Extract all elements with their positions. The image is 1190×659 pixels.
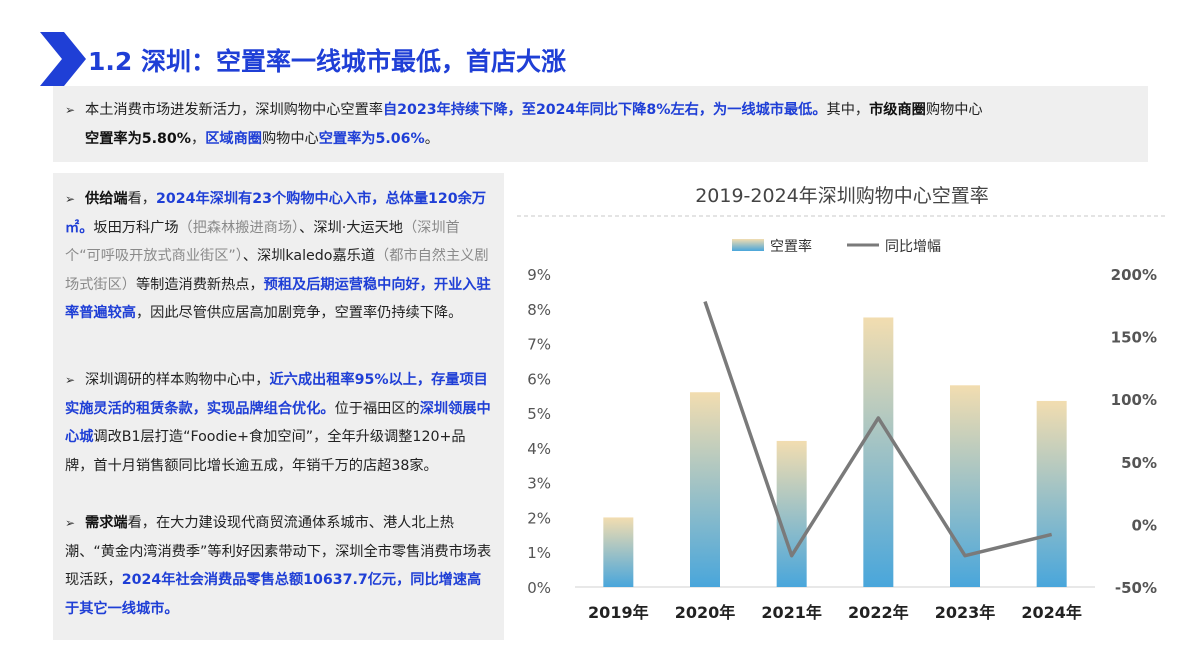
vacancy-chart: 2019-2024年深圳购物中心空置率 空置率 同比增幅 0% 1% 2% 3% 4% 5… xyxy=(517,173,1167,643)
left-text-panel: ➢ 供给端看，2024年深圳有23个购物中心入市，总体量120余万㎡。坂田万科广场… xyxy=(53,173,504,640)
y-left-tick-label: 1% xyxy=(527,544,551,562)
summary-text: ➢ 本土消费市场进发新活力，深圳购物中心空置率自2023年持续下降，至2024年同… xyxy=(65,96,1125,154)
y-left-tick-label: 3% xyxy=(527,475,551,493)
y-right-tick-label: 200% xyxy=(1111,266,1157,284)
x-tick-label: 2023年 xyxy=(935,603,996,622)
bar xyxy=(776,440,807,587)
x-tick-label: 2024年 xyxy=(1021,603,1082,622)
bar xyxy=(603,517,634,587)
legend-label-yoy: 同比增幅 xyxy=(885,239,941,255)
y-left-tick-label: 5% xyxy=(527,405,551,423)
y-left-tick-label: 7% xyxy=(527,336,551,354)
y-left-tick-label: 6% xyxy=(527,370,551,388)
y-right-tick-label: 0% xyxy=(1132,516,1157,534)
bar xyxy=(863,317,894,587)
y-left-tick-label: 4% xyxy=(527,440,551,458)
demand-paragraph: ➢ 需求端看，在大力建设现代商贸流通体系城市、港人北上热潮、“黄金内湾消费季”等利… xyxy=(65,509,493,623)
page-header: 1.2 深圳：空置率一线城市最低，首店大涨 xyxy=(38,32,1158,88)
bullet-arrow-icon: ➢ xyxy=(65,516,76,530)
y-left-tick-label: 8% xyxy=(527,301,551,319)
x-tick-label: 2019年 xyxy=(588,603,649,622)
bullet-arrow-icon: ➢ xyxy=(65,373,76,387)
y-left-tick-label: 2% xyxy=(527,509,551,527)
x-tick-label: 2021年 xyxy=(761,603,822,622)
chart-svg: 空置率 同比增幅 0% 1% 2% 3% 4% 5% 6% 7% 8% 9% -50% 0% 50% 10… xyxy=(517,215,1165,622)
x-tick-label: 2020年 xyxy=(675,603,736,622)
supply-paragraph: ➢ 供给端看，2024年深圳有23个购物中心入市，总体量120余万㎡。坂田万科广场… xyxy=(65,185,493,328)
survey-paragraph: ➢ 深圳调研的样本购物中心中，近六成出租率95%以上，存量项目实施灵活的租赁条款，… xyxy=(65,366,493,480)
legend-bar-swatch xyxy=(732,239,764,251)
bar xyxy=(1036,400,1067,587)
y-right-tick-label: 150% xyxy=(1111,329,1157,347)
y-right-tick-label: 100% xyxy=(1111,391,1157,409)
y-left-tick-label: 0% xyxy=(527,579,551,597)
summary-box: ➢ 本土消费市场进发新活力，深圳购物中心空置率自2023年持续下降，至2024年同… xyxy=(53,86,1148,162)
y-right-tick-label: -50% xyxy=(1115,579,1157,597)
chevron-logo-icon xyxy=(40,32,86,86)
bullet-arrow-icon: ➢ xyxy=(65,192,76,206)
bar xyxy=(690,392,720,587)
plot-area: 0% 1% 2% 3% 4% 5% 6% 7% 8% 9% -50% 0% 50% 100% 150% 200… xyxy=(527,266,1157,622)
x-tick-label: 2022年 xyxy=(848,603,909,622)
y-left-tick-label: 9% xyxy=(527,266,551,284)
legend-label-vacancy: 空置率 xyxy=(770,238,812,255)
bullet-arrow-icon: ➢ xyxy=(65,103,76,117)
page-title: 1.2 深圳：空置率一线城市最低，首店大涨 xyxy=(88,47,566,76)
y-right-tick-label: 50% xyxy=(1121,454,1157,472)
